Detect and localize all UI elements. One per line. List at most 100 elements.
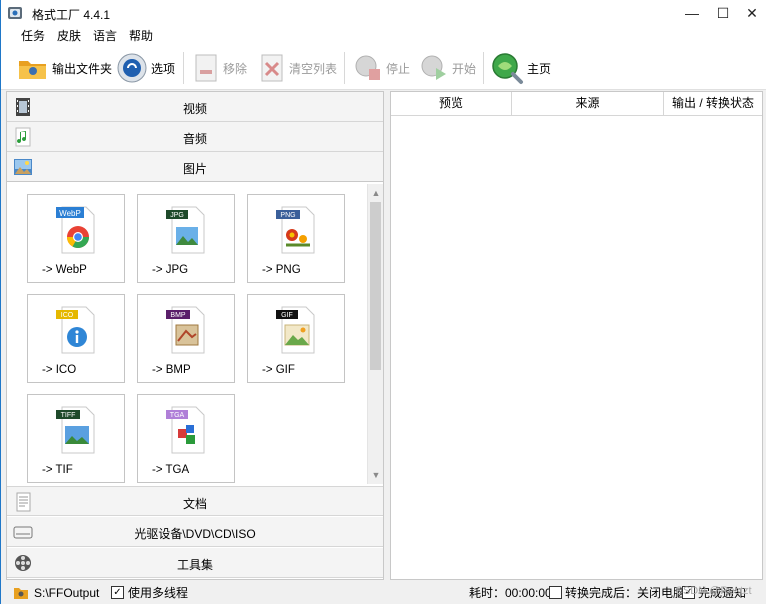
multithread-checkbox[interactable]: ✓ [111, 586, 124, 599]
svg-text:JPG: JPG [170, 212, 184, 219]
format-tile-label: -> WebP [42, 264, 87, 276]
toolbar: 输出文件夹 选项 移除 清空列表 停止 开始 主页 [1, 46, 766, 90]
category-video-label: 视频 [182, 102, 207, 116]
menu-bar: 任务 皮肤 语言 帮助 [1, 26, 766, 46]
home-label: 主页 [527, 61, 552, 76]
svg-text:BMP: BMP [170, 312, 186, 319]
menu-task[interactable]: 任务 [15, 26, 51, 46]
category-document-label: 文档 [182, 497, 207, 511]
start-label: 开始 [452, 61, 477, 76]
menu-skin[interactable]: 皮肤 [51, 26, 87, 46]
toolbar-separator [483, 52, 484, 84]
svg-text:ICO: ICO [61, 312, 74, 319]
output-folder-status-icon[interactable] [13, 585, 29, 600]
output-folder-button[interactable]: 输出文件夹 [17, 50, 112, 86]
format-tile-label: -> BMP [152, 364, 191, 376]
home-magnifier-icon [492, 53, 523, 84]
bmp-file-icon: BMP [166, 306, 205, 354]
elapsed-time: 耗时：00:00:00 [469, 586, 552, 600]
format-tile-jpg[interactable]: JPG -> JPG [137, 194, 235, 283]
menu-help[interactable]: 帮助 [123, 26, 159, 46]
ico-file-icon: ICO [56, 306, 95, 354]
watermark-text: CSDN @Restzt [675, 585, 752, 597]
format-grid-scrollbar[interactable]: ▲ ▼ [367, 184, 383, 484]
jpg-file-icon: JPG [166, 206, 205, 254]
format-tile-label: -> PNG [262, 264, 301, 276]
format-tile-webp[interactable]: WebP -> WebP [27, 194, 125, 283]
menu-language[interactable]: 语言 [87, 26, 123, 46]
remove-label: 移除 [223, 61, 248, 76]
svg-text:TGA: TGA [170, 412, 185, 419]
toolbar-separator [344, 52, 345, 84]
format-tile-tga[interactable]: TGA -> TGA [137, 394, 235, 483]
column-header-output-status[interactable]: 输出 / 转换状态 [664, 92, 762, 116]
category-audio[interactable]: 音频 [7, 122, 383, 152]
multithread-label: 使用多线程 [128, 586, 189, 600]
scroll-thumb[interactable] [370, 202, 381, 370]
start-button[interactable]: 开始 [419, 50, 476, 86]
format-tile-label: -> GIF [262, 364, 295, 376]
format-tile-label: -> ICO [42, 364, 77, 376]
toolbar-separator [183, 52, 184, 84]
stop-label: 停止 [386, 61, 411, 76]
column-header-preview[interactable]: 预览 [391, 92, 512, 116]
format-factory-icon [8, 7, 22, 19]
start-icon [421, 55, 446, 80]
format-tile-ico[interactable]: ICO -> ICO [27, 294, 125, 383]
gif-file-icon: GIF [276, 306, 315, 354]
format-tile-png[interactable]: PNG -> PNG [247, 194, 345, 283]
after-convert-checkbox[interactable] [549, 586, 562, 599]
category-disc[interactable]: 光驱设备\DVD\CD\ISO [7, 517, 383, 547]
stop-button[interactable]: 停止 [353, 50, 410, 86]
remove-button[interactable]: 移除 [192, 50, 247, 86]
format-tile-bmp[interactable]: BMP -> BMP [137, 294, 235, 383]
category-document[interactable]: 文档 [7, 486, 383, 516]
clear-list-label: 清空列表 [289, 61, 338, 76]
svg-text:GIF: GIF [281, 312, 293, 319]
close-button[interactable]: ✕ [737, 0, 766, 26]
format-tile-tif[interactable]: TIFF -> TIF [27, 394, 125, 483]
output-path[interactable]: S:\FFOutput [34, 586, 99, 600]
clear-list-icon [261, 54, 283, 82]
options-gear-icon [117, 53, 147, 83]
svg-text:WebP: WebP [59, 209, 81, 218]
home-button[interactable]: 主页 [490, 50, 551, 86]
title-bar: 格式工厂 4.4.1 — ☐ ✕ [1, 0, 766, 26]
image-format-grid: WebP -> WebP JPG -> JPG PNG -> PNG ICO -… [7, 184, 383, 484]
format-tile-label: -> JPG [152, 264, 189, 276]
status-bar: S:\FFOutput ✓ 使用多线程 耗时：00:00:00 转换完成后：关闭… [1, 582, 766, 604]
stop-icon [355, 55, 380, 80]
category-image-label: 图片 [182, 162, 207, 176]
options-button[interactable]: 选项 [116, 50, 175, 86]
format-tile-label: -> TIF [42, 464, 73, 476]
format-tile-label: -> TGA [152, 464, 190, 476]
category-audio-label: 音频 [182, 132, 207, 146]
svg-text:TIFF: TIFF [61, 412, 76, 419]
scroll-up-arrow-icon[interactable]: ▲ [368, 185, 384, 201]
category-panel: 视频 音频 图片 WebP -> WebP JPG -> JPG PNG -> … [6, 91, 384, 580]
format-tile-gif[interactable]: GIF -> GIF [247, 294, 345, 383]
clear-list-button[interactable]: 清空列表 [258, 50, 337, 86]
task-list-panel[interactable]: 预览 来源 输出 / 转换状态 [390, 91, 763, 580]
webp-file-icon: WebP [56, 206, 95, 254]
category-video[interactable]: 视频 [7, 92, 383, 122]
tga-file-icon: TGA [166, 406, 205, 454]
column-header-source[interactable]: 来源 [512, 92, 664, 116]
category-disc-label: 光驱设备\DVD\CD\ISO [134, 527, 256, 541]
options-label: 选项 [151, 61, 176, 76]
maximize-button[interactable]: ☐ [708, 0, 738, 26]
after-convert-label: 转换完成后：关闭电脑 [565, 586, 686, 600]
folder-icon [19, 61, 46, 79]
output-folder-label: 输出文件夹 [52, 61, 113, 76]
tiff-file-icon: TIFF [56, 406, 95, 454]
category-tools-label: 工具集 [176, 558, 213, 572]
remove-icon [195, 54, 217, 82]
category-image[interactable]: 图片 [7, 152, 383, 182]
scroll-down-arrow-icon[interactable]: ▼ [368, 467, 384, 483]
app-window: 格式工厂 4.4.1 — ☐ ✕ 任务 皮肤 语言 帮助 输出文件夹 选项 移除… [0, 0, 766, 604]
svg-text:PNG: PNG [280, 212, 295, 219]
minimize-button[interactable]: — [677, 0, 707, 26]
category-tools[interactable]: 工具集 [7, 548, 383, 578]
window-title: 格式工厂 4.4.1 [32, 8, 111, 22]
png-file-icon: PNG [276, 206, 315, 254]
